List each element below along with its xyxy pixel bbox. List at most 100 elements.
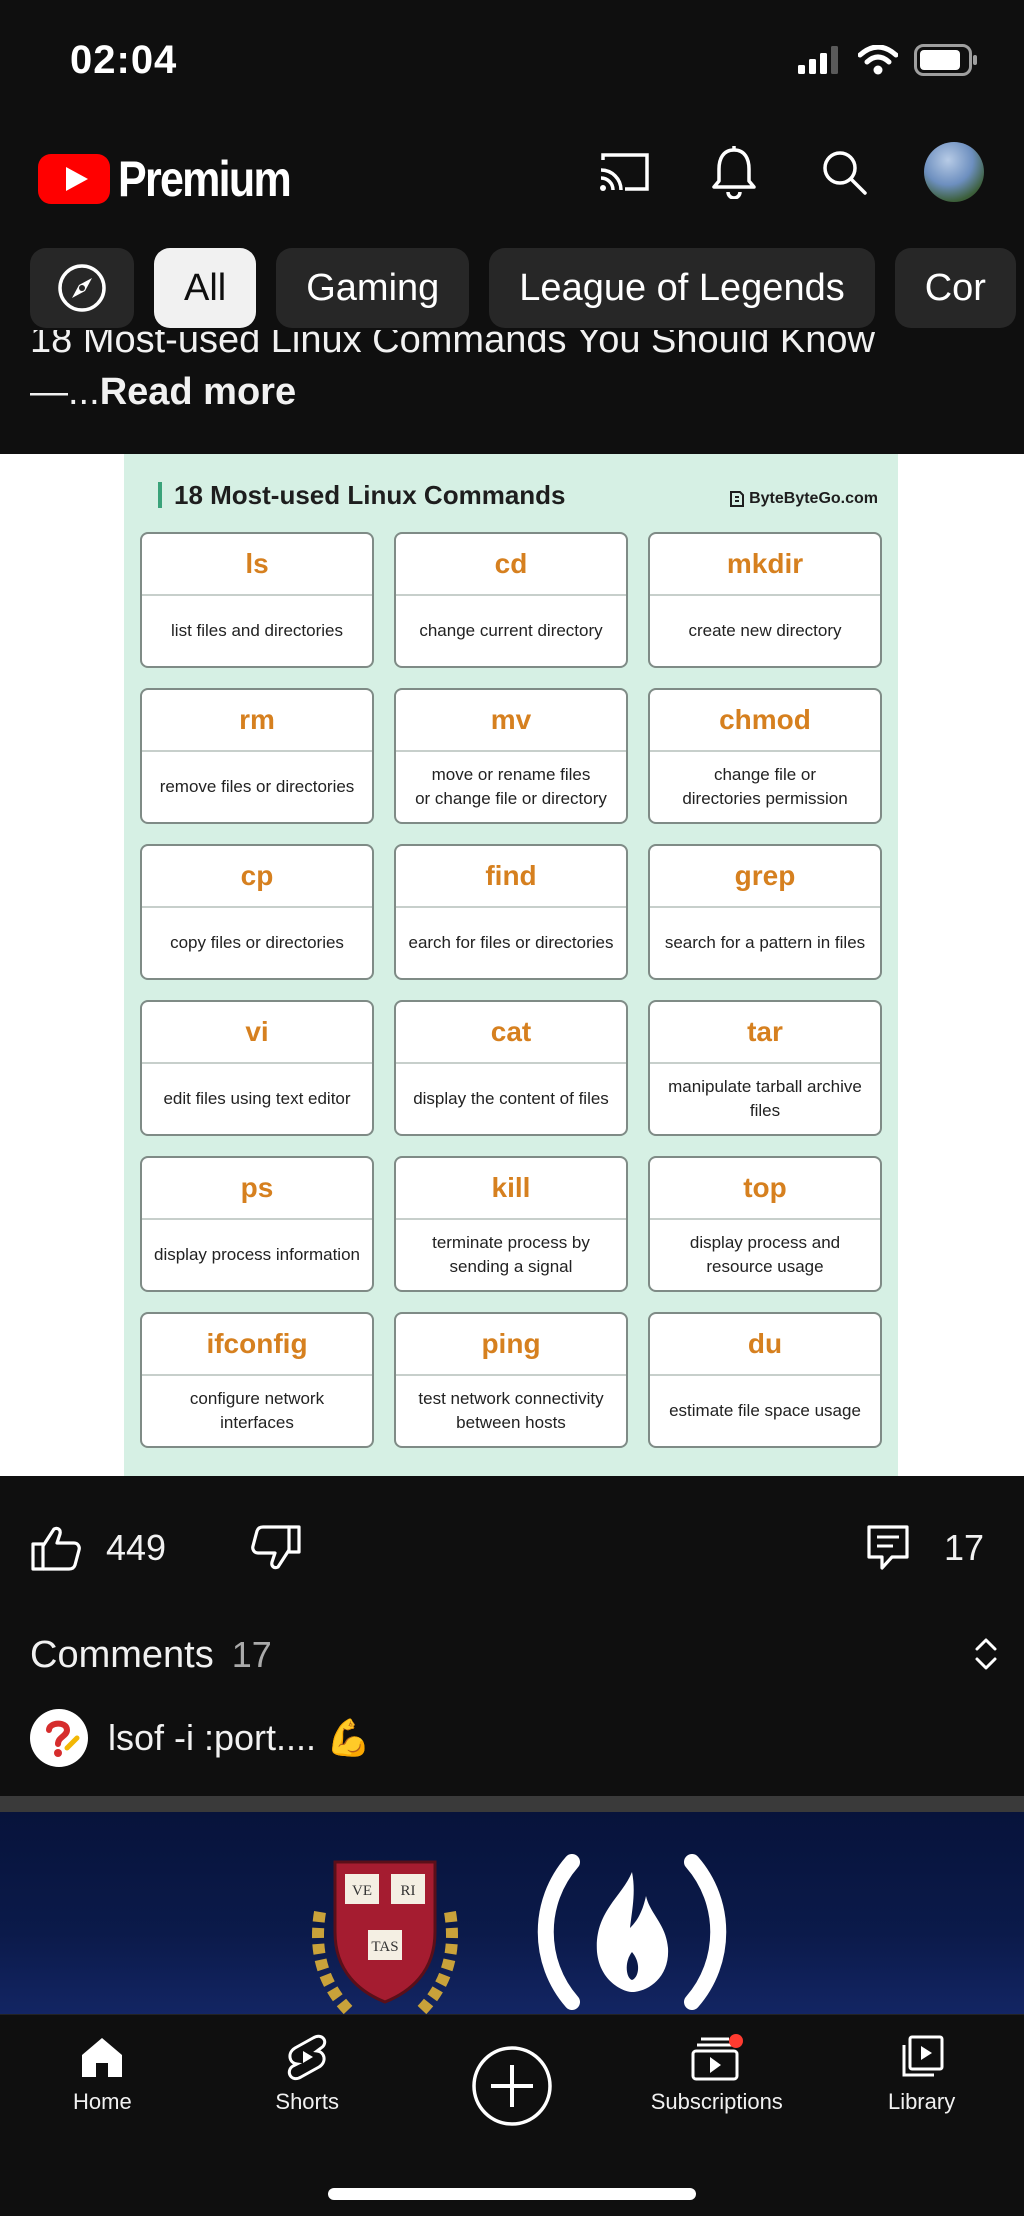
app-header: Premium <box>0 130 1024 220</box>
post-image[interactable]: 18 Most-used Linux Commands ByteByteGo.c… <box>0 454 1024 1476</box>
command-name: grep <box>650 846 880 908</box>
freecodecamp-logo-icon <box>537 1854 727 2010</box>
command-grid: ls list files and directories cd change cur… <box>140 532 882 1448</box>
header-actions <box>594 142 984 202</box>
shield-label-ri: RI <box>401 1883 416 1899</box>
post-text-prefix: —... <box>30 371 100 413</box>
compass-icon <box>58 264 106 312</box>
command-card: ifconfig configure network interfaces <box>140 1312 374 1448</box>
shield-label-ve: VE <box>352 1883 372 1899</box>
cast-button[interactable] <box>594 142 654 202</box>
thumbs-up-icon <box>31 1526 81 1571</box>
command-card: vi edit files using text editor <box>140 1000 374 1136</box>
comments-header[interactable]: Comments 17 <box>30 1630 1000 1680</box>
commenter-avatar <box>30 1709 88 1767</box>
command-name: cp <box>142 846 372 908</box>
command-description: display the content of files <box>413 1089 609 1108</box>
infographic-title: 18 Most-used Linux Commands <box>158 482 566 508</box>
nav-home-label: Home <box>73 2089 132 2114</box>
next-video-thumbnail[interactable]: VE RI TAS <box>0 1812 1024 2014</box>
cellular-signal-icon <box>798 46 838 74</box>
infographic-brand: ByteByteGo.com <box>729 490 878 508</box>
notifications-button[interactable] <box>704 142 764 202</box>
command-name: top <box>650 1158 880 1220</box>
subscriptions-icon <box>691 2034 743 2081</box>
command-name: kill <box>396 1158 626 1220</box>
post-text-continuation: —...Read more <box>30 366 990 418</box>
command-card: ps display process information <box>140 1156 374 1292</box>
dislike-button[interactable] <box>250 1524 302 1577</box>
search-button[interactable] <box>814 142 874 202</box>
command-name: cat <box>396 1002 626 1064</box>
command-card: chmod change file or directories permissi… <box>648 688 882 824</box>
chip-all[interactable]: All <box>154 248 257 328</box>
nav-library[interactable]: Library <box>827 2033 1017 2127</box>
chip-cor[interactable]: Cor <box>894 248 1016 328</box>
command-description: change file or directories permission <box>682 765 848 808</box>
action-bar: 449 17 <box>0 1510 1024 1590</box>
status-time: 02:04 <box>70 38 178 82</box>
bottom-navigation: Home Shorts Subscriptions Library <box>0 2014 1024 2216</box>
comments-count: 17 <box>943 1527 984 1568</box>
command-description: display process information <box>154 1245 360 1264</box>
command-name: rm <box>142 690 372 752</box>
shield-label-tas: TAS <box>371 1939 398 1955</box>
logo-text: Premium <box>118 151 292 207</box>
expand-collapse-icon[interactable] <box>972 1634 1000 1674</box>
read-more-link[interactable]: Read more <box>100 371 296 413</box>
command-description: edit files using text editor <box>163 1089 351 1108</box>
command-card: ping test network connectivity between ho… <box>394 1312 628 1448</box>
home-indicator <box>328 2188 696 2200</box>
command-name: chmod <box>650 690 880 752</box>
search-icon <box>823 151 867 195</box>
nav-shorts-label: Shorts <box>275 2089 339 2114</box>
comment-icon <box>867 1525 909 1570</box>
nav-subscriptions-label: Subscriptions <box>650 2089 783 2114</box>
like-button[interactable]: 449 <box>30 1524 166 1572</box>
command-name: ifconfig <box>142 1314 372 1376</box>
command-card: tar manipulate tarball archive files <box>648 1000 882 1136</box>
chip-gaming[interactable]: Gaming <box>276 248 470 328</box>
command-card: cat display the content of files <box>394 1000 628 1136</box>
status-icons <box>798 44 978 76</box>
bytebytego-logo-icon <box>730 491 745 507</box>
thumbs-down-icon <box>251 1525 301 1570</box>
command-name: mv <box>396 690 626 752</box>
command-card: mv move or rename files or change file or… <box>394 688 628 824</box>
command-card: ls list files and directories <box>140 532 374 668</box>
account-avatar[interactable] <box>924 142 984 202</box>
command-name: mkdir <box>650 534 880 596</box>
comments-total: 17 <box>231 1634 272 1675</box>
post-text: 18 Most-used Linux Commands You Should K… <box>30 330 990 430</box>
command-card: mkdir create new directory <box>648 532 882 668</box>
command-name: ps <box>142 1158 372 1220</box>
explore-chip[interactable] <box>30 248 134 328</box>
command-description: display process and resource usage <box>689 1233 841 1276</box>
command-name: ping <box>396 1314 626 1376</box>
status-bar: 02:04 <box>0 0 1024 120</box>
like-count: 449 <box>106 1527 167 1568</box>
nav-shorts[interactable]: Shorts <box>212 2033 402 2127</box>
comments-button[interactable]: 17 <box>866 1524 984 1572</box>
comments-title: Comments <box>30 1633 214 1676</box>
nav-subscriptions[interactable]: Subscriptions <box>622 2033 812 2127</box>
youtube-premium-logo[interactable]: Premium <box>38 150 318 208</box>
command-description: remove files or directories <box>159 777 355 796</box>
command-description: earch for files or directories <box>408 933 614 952</box>
chip-league-of-legends[interactable]: League of Legends <box>489 248 875 328</box>
command-description: search for a pattern in files <box>664 933 866 952</box>
command-card: grep search for a pattern in files <box>648 844 882 980</box>
command-card: find earch for files or directories <box>394 844 628 980</box>
comment-preview[interactable]: lsof -i :port.... 💪 <box>30 1708 371 1768</box>
command-card: du estimate file space usage <box>648 1312 882 1448</box>
bell-icon <box>712 146 756 199</box>
command-description: list files and directories <box>171 621 343 640</box>
command-description: terminate process by sending a signal <box>432 1233 590 1276</box>
command-card: top display process and resource usage <box>648 1156 882 1292</box>
nav-home[interactable]: Home <box>7 2033 197 2127</box>
command-description: move or rename files or change file or d… <box>415 765 607 808</box>
harvard-shield-icon: VE RI TAS <box>312 1860 458 2014</box>
nav-create[interactable] <box>417 2045 607 2127</box>
command-name: find <box>396 846 626 908</box>
command-name: du <box>650 1314 880 1376</box>
